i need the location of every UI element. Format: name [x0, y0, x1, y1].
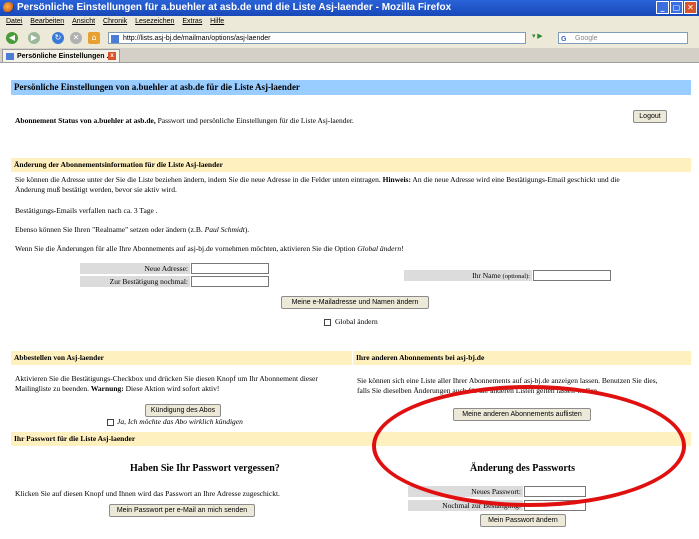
change-p1b: An die neue Adresse wird eine Bestätigun… [410, 175, 620, 184]
back-icon[interactable]: ◀ [6, 32, 18, 44]
change-p3a: Ebenso können Sie Ihren "Realname" setze… [15, 225, 205, 234]
stop-icon[interactable]: ✕ [70, 32, 82, 44]
other-subscriptions-header: Ihre anderen Abonnements bei asj-bj.de [353, 351, 691, 365]
status-bold: Abonnement Status von a.buehler at asb.d… [15, 116, 156, 125]
site-favicon-icon [111, 35, 119, 43]
change-p4b: ! [401, 244, 404, 253]
your-name-label: Ihr Name (optional): [404, 270, 532, 281]
tab-bar: Persönliche Einstellungen ... x [0, 48, 699, 63]
change-p3-italic: Paul Schmidt [204, 225, 245, 234]
change-hint: Hinweis: [382, 175, 411, 184]
unsubscribe-confirm-label: Ja, Ich möchte das Abo wirklich kündigen [117, 417, 243, 426]
change-address-button[interactable]: Meine e-Mailadresse und Namen ändern [281, 296, 429, 309]
global-change-checkbox[interactable] [324, 319, 331, 326]
minimize-button[interactable]: _ [656, 1, 669, 14]
unsubscribe-button[interactable]: Kündigung des Abos [145, 404, 221, 417]
change-section-header: Änderung der Abonnementsinformation für … [11, 158, 691, 172]
unsub-warning: Warnung: [90, 384, 124, 393]
maximize-button[interactable]: ▢ [670, 1, 683, 14]
change-p1a: Sie können die Adresse unter der Sie die… [15, 175, 383, 184]
reload-icon[interactable]: ↻ [52, 32, 64, 44]
red-highlight-ellipse [372, 385, 686, 507]
status-line: Abonnement Status von a.buehler at asb.d… [15, 116, 354, 126]
close-window-button[interactable]: ✕ [684, 1, 697, 14]
go-arrow-icon[interactable]: ▾ ▶ [532, 32, 543, 40]
window-title: Persönliche Einstellungen für a.buehler … [17, 2, 452, 13]
your-name-text: Ihr Name [472, 271, 501, 280]
forgot-password-text: Klicken Sie auf diesen Knopf und Ihnen w… [15, 489, 280, 498]
menu-bar: Datei Bearbeiten Ansicht Chronik Lesezei… [0, 16, 699, 29]
new-address-input[interactable] [191, 263, 269, 274]
change-paragraph-3: Ebenso können Sie Ihren "Realname" setze… [15, 225, 249, 235]
tab-close-icon[interactable]: x [108, 52, 116, 60]
change-p4-italic: Global ändern [357, 244, 402, 253]
change-p3b: ). [244, 225, 250, 234]
confirm-address-label: Zur Bestätigung nochmal: [80, 276, 190, 287]
global-change-label: Global ändern [335, 317, 378, 326]
optional-text: (optional): [502, 273, 530, 280]
status-rest: Passwort und persönliche Einstellungen f… [155, 116, 354, 125]
home-icon[interactable]: ⌂ [88, 32, 100, 44]
unsub-p2a: Mailingliste zu beenden. [15, 384, 91, 393]
tab-favicon-icon [6, 53, 14, 60]
unsubscribe-section-header: Abbestellen von Asj-laender [11, 351, 352, 365]
your-name-input[interactable] [533, 270, 611, 281]
others-p1: Sie können sich eine Liste aller Ihrer A… [357, 376, 658, 385]
change-paragraph-2: Bestätigungs-Emails verfallen nach ca. 3… [15, 206, 158, 215]
search-placeholder: Google [575, 35, 598, 42]
menu-extras[interactable]: Extras [182, 18, 202, 25]
unsub-p1: Aktivieren Sie die Bestätigungs-Checkbox… [15, 374, 318, 383]
menu-chronik[interactable]: Chronik [103, 18, 127, 25]
change-p1c: Änderung muß bestätigt werden, bevor sie… [15, 185, 177, 194]
url-bar[interactable]: http://lists.asj-bj.de/mailman/options/a… [108, 32, 526, 44]
menu-hilfe[interactable]: Hilfe [210, 18, 224, 25]
menu-lesezeichen[interactable]: Lesezeichen [135, 18, 174, 25]
navigation-toolbar: ◀ ▶ ↻ ✕ ⌂ http://lists.asj-bj.de/mailman… [0, 29, 699, 49]
google-icon: G [561, 36, 567, 43]
window-titlebar: Persönliche Einstellungen für a.buehler … [0, 0, 699, 16]
menu-ansicht[interactable]: Ansicht [72, 18, 95, 25]
forward-icon[interactable]: ▶ [28, 32, 40, 44]
tab-label: Persönliche Einstellungen ... [17, 53, 113, 60]
menu-bearbeiten[interactable]: Bearbeiten [30, 18, 64, 25]
search-bar[interactable]: G Google [558, 32, 688, 44]
confirm-address-input[interactable] [191, 276, 269, 287]
change-password-button[interactable]: Mein Passwort ändern [480, 514, 566, 527]
change-paragraph-4: Wenn Sie die Änderungen für alle Ihre Ab… [15, 244, 404, 254]
unsubscribe-text: Aktivieren Sie die Bestätigungs-Checkbox… [15, 374, 352, 394]
url-text: http://lists.asj-bj.de/mailman/options/a… [123, 35, 271, 42]
page-title: Persönliche Einstellungen von a.buehler … [11, 80, 691, 95]
menu-datei[interactable]: Datei [6, 18, 22, 25]
unsub-p2b: Diese Aktion wird sofort aktiv! [123, 384, 220, 393]
send-password-button[interactable]: Mein Passwort per e-Mail an mich senden [109, 504, 255, 517]
tab-persoenliche-einstellungen[interactable]: Persönliche Einstellungen ... x [2, 49, 120, 62]
new-address-label: Neue Adresse: [80, 263, 190, 274]
forgot-password-title: Haben Sie Ihr Passwort vergessen? [130, 463, 280, 474]
unsubscribe-confirm-checkbox[interactable] [107, 419, 114, 426]
logout-button[interactable]: Logout [633, 110, 667, 123]
firefox-icon [3, 2, 14, 13]
change-paragraph-1: Sie können die Adresse unter der Sie die… [15, 175, 687, 195]
change-p4a: Wenn Sie die Änderungen für alle Ihre Ab… [15, 244, 358, 253]
